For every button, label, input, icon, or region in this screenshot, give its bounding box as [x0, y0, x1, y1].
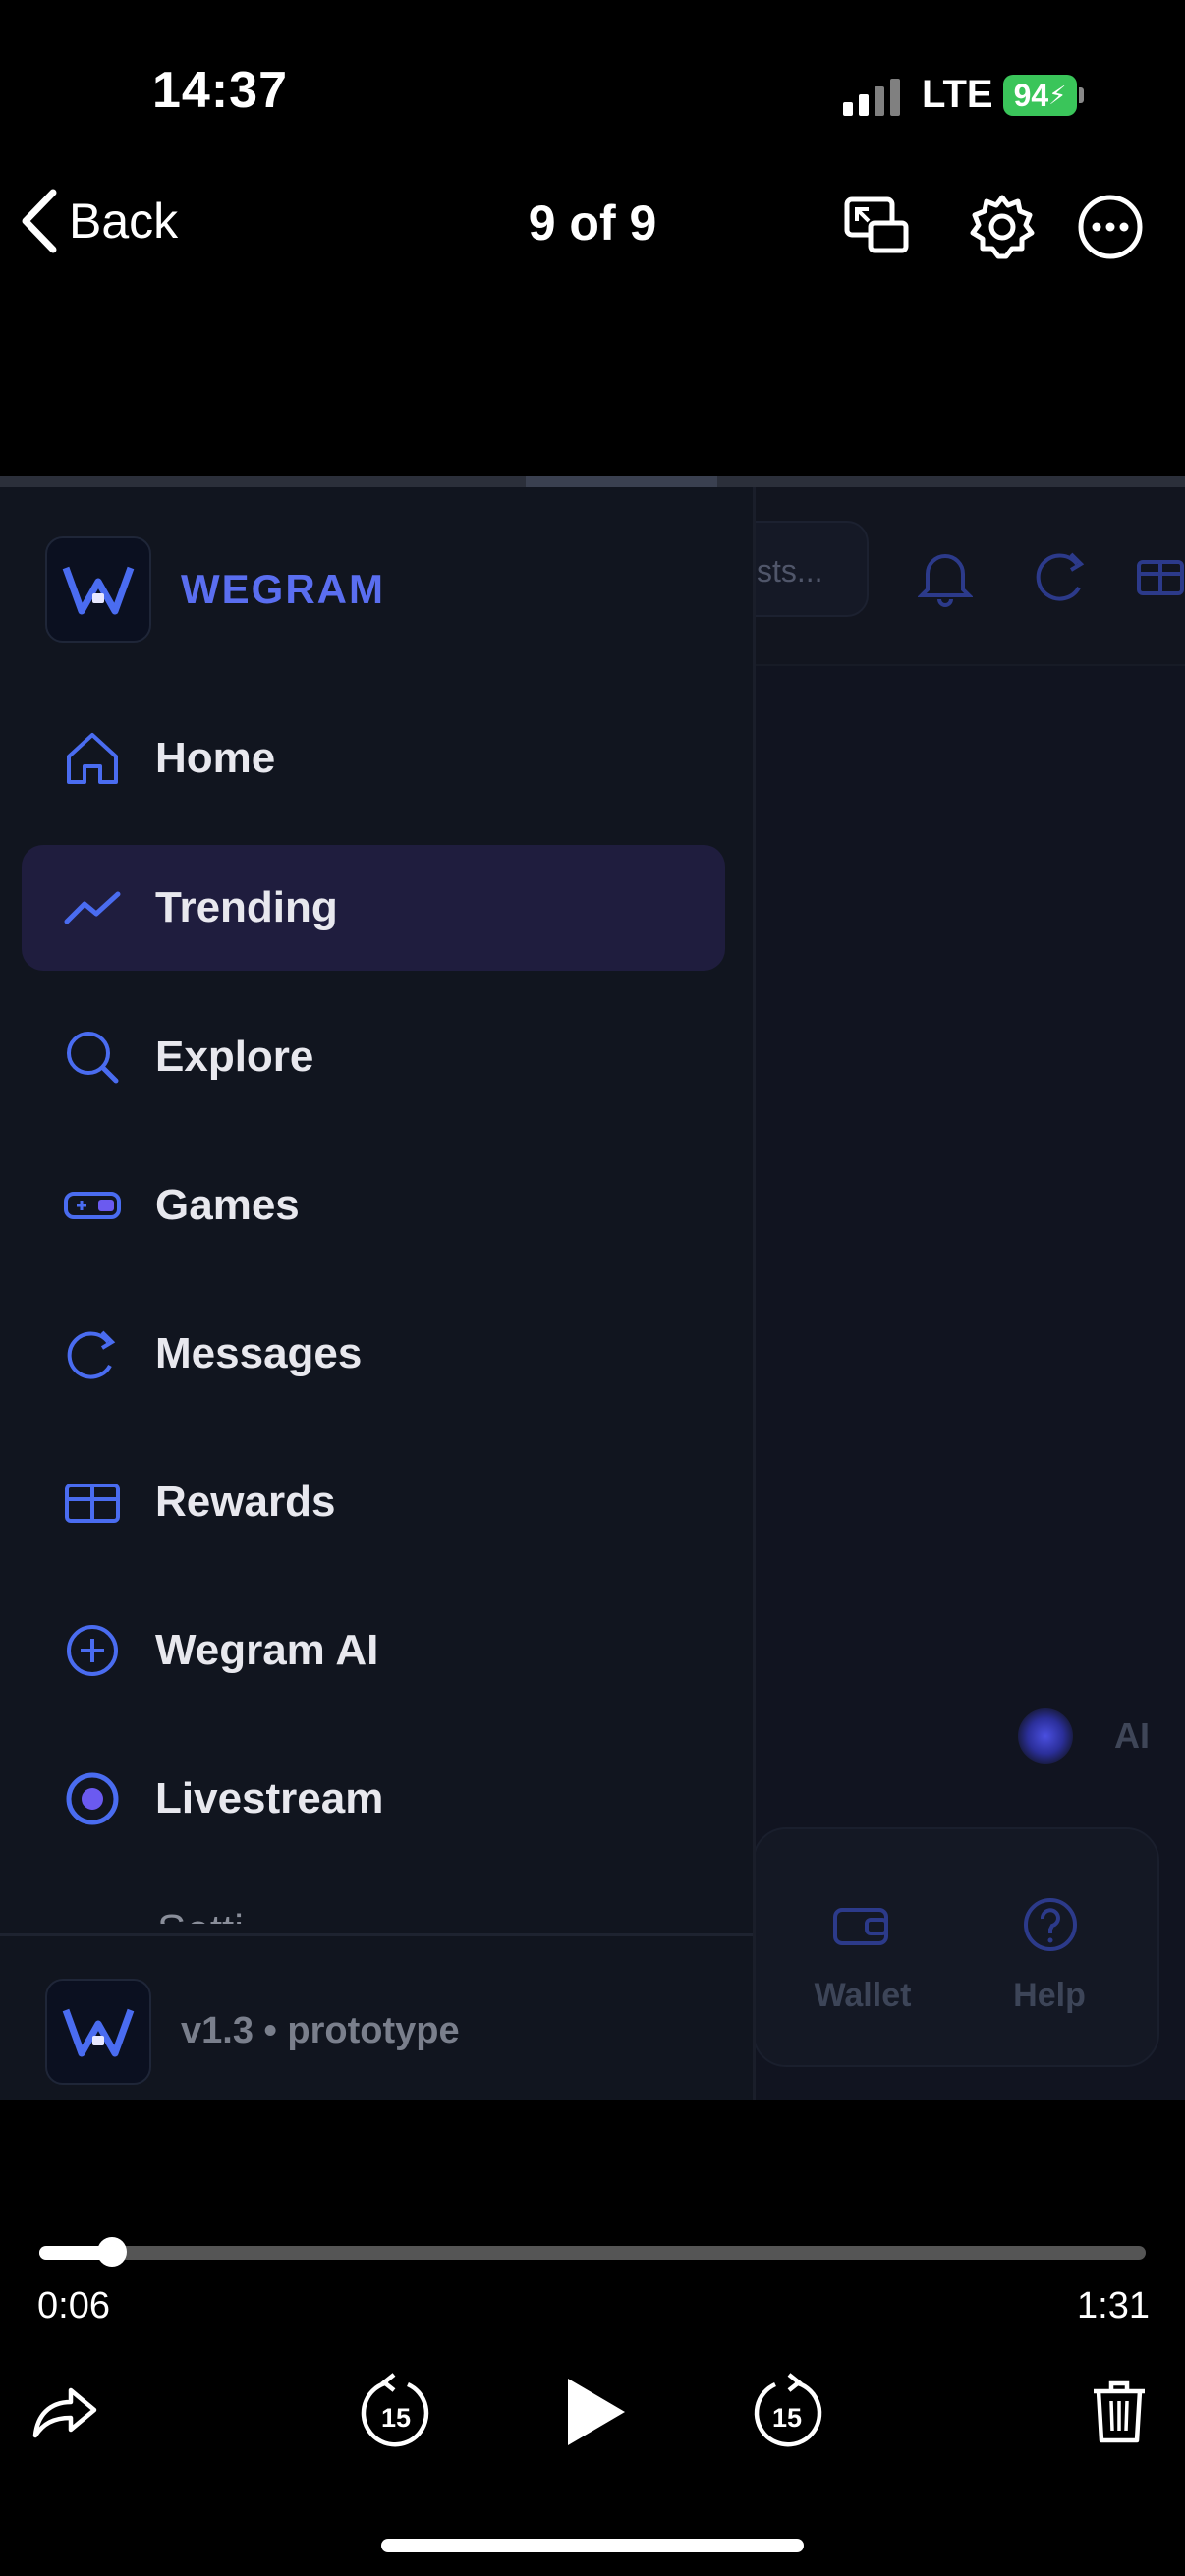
- search-icon: [67, 1032, 119, 1084]
- sidebar-item-label: Livestream: [155, 1774, 384, 1822]
- play-icon: [568, 2379, 625, 2445]
- skip-back-label: 15: [381, 2403, 411, 2433]
- sidebar-item-messages: Messages: [22, 1291, 725, 1417]
- elapsed-time: 0:06: [37, 2285, 110, 2326]
- skip-back-button[interactable]: 15: [352, 2368, 440, 2456]
- trash-icon: [1094, 2380, 1145, 2443]
- sidebar-item-label: Explore: [155, 1033, 314, 1081]
- trending-icon: [64, 891, 121, 924]
- play-button[interactable]: [552, 2368, 641, 2456]
- more-button[interactable]: [1075, 192, 1146, 262]
- app-bottom-dock: [753, 1827, 1159, 2067]
- help-icon: [1024, 1898, 1077, 1951]
- signal-icon: [843, 79, 900, 116]
- video-frame[interactable]: sts... AI Wallet Help WEGRAM Home Trendi…: [0, 476, 1185, 2100]
- wegram-logo-icon: [62, 566, 135, 615]
- ellipsis-circle-icon: [1078, 195, 1143, 259]
- messages-icon: [67, 1330, 116, 1379]
- skip-forward-15-icon: 15: [754, 2373, 822, 2447]
- scrubber-thumb[interactable]: [97, 2237, 127, 2267]
- brand-name: WEGRAM: [181, 566, 385, 612]
- dock-item-help: Help: [1013, 1977, 1086, 2014]
- gift-icon: [65, 1484, 120, 1523]
- duration-time: 1:31: [1077, 2285, 1150, 2326]
- wallet-icon: [833, 1908, 888, 1945]
- airplay-button[interactable]: [841, 192, 912, 262]
- sidebar-item-wegram-ai: Wegram AI: [22, 1588, 725, 1713]
- battery-nub: [1079, 87, 1084, 103]
- sidebar-item-home: Home: [22, 696, 725, 821]
- scrubber-track[interactable]: [39, 2246, 1146, 2260]
- screen-share-icon: [844, 196, 909, 253]
- status-time: 14:37: [152, 62, 288, 119]
- network-label: LTE: [922, 73, 993, 116]
- dock-item-wallet: Wallet: [814, 1977, 912, 2014]
- share-button[interactable]: [22, 2368, 110, 2456]
- ai-label: AI: [1114, 1715, 1150, 1756]
- gamepad-icon: [64, 1192, 121, 1219]
- bell-icon: [918, 554, 973, 607]
- wegram-logo-footer: [45, 1979, 151, 2085]
- wegram-logo: [45, 536, 151, 643]
- skip-forward-label: 15: [772, 2403, 802, 2433]
- page-counter-text: 9 of 9: [528, 196, 657, 251]
- skip-back-15-icon: 15: [361, 2373, 429, 2447]
- delete-button[interactable]: [1075, 2368, 1163, 2456]
- share-arrow-icon: [32, 2387, 97, 2438]
- battery-level: 94: [1013, 77, 1049, 113]
- gear-icon: [970, 195, 1035, 259]
- sidebar-item-livestream: Livestream: [22, 1736, 725, 1862]
- sidebar-item-partial: Setti: [157, 1906, 244, 1924]
- record-icon: [66, 1772, 119, 1825]
- sidebar-item-explore: Explore: [22, 994, 725, 1120]
- ai-bubble-icon: [1018, 1708, 1073, 1764]
- sidebar-item-label: Wegram AI: [155, 1626, 379, 1674]
- sidebar-item-games: Games: [22, 1143, 725, 1268]
- sidebar-item-label: Rewards: [155, 1478, 336, 1526]
- messages-icon-header: [1036, 552, 1085, 601]
- version-label: v1.3 • prototype: [181, 2010, 460, 2051]
- battery-indicator: 94 ⚡: [1003, 75, 1077, 116]
- plus-circle-icon: [67, 1625, 118, 1676]
- home-icon: [67, 733, 118, 784]
- sidebar-divider: [0, 1933, 753, 1936]
- sidebar-item-label: Games: [155, 1181, 300, 1229]
- home-indicator[interactable]: [381, 2539, 804, 2552]
- video-top-border-segment: [526, 476, 717, 487]
- rewards-icon-header: [1137, 560, 1184, 595]
- sidebar-item-trending: Trending: [22, 845, 725, 971]
- sidebar-item-rewards: Rewards: [22, 1439, 725, 1565]
- sidebar-item-label: Messages: [155, 1329, 363, 1377]
- skip-forward-button[interactable]: 15: [743, 2368, 831, 2456]
- sidebar-item-label: Home: [155, 734, 276, 782]
- sidebar-item-label: Trending: [155, 883, 338, 931]
- wegram-logo-icon: [62, 2008, 135, 2057]
- settings-button[interactable]: [967, 192, 1038, 262]
